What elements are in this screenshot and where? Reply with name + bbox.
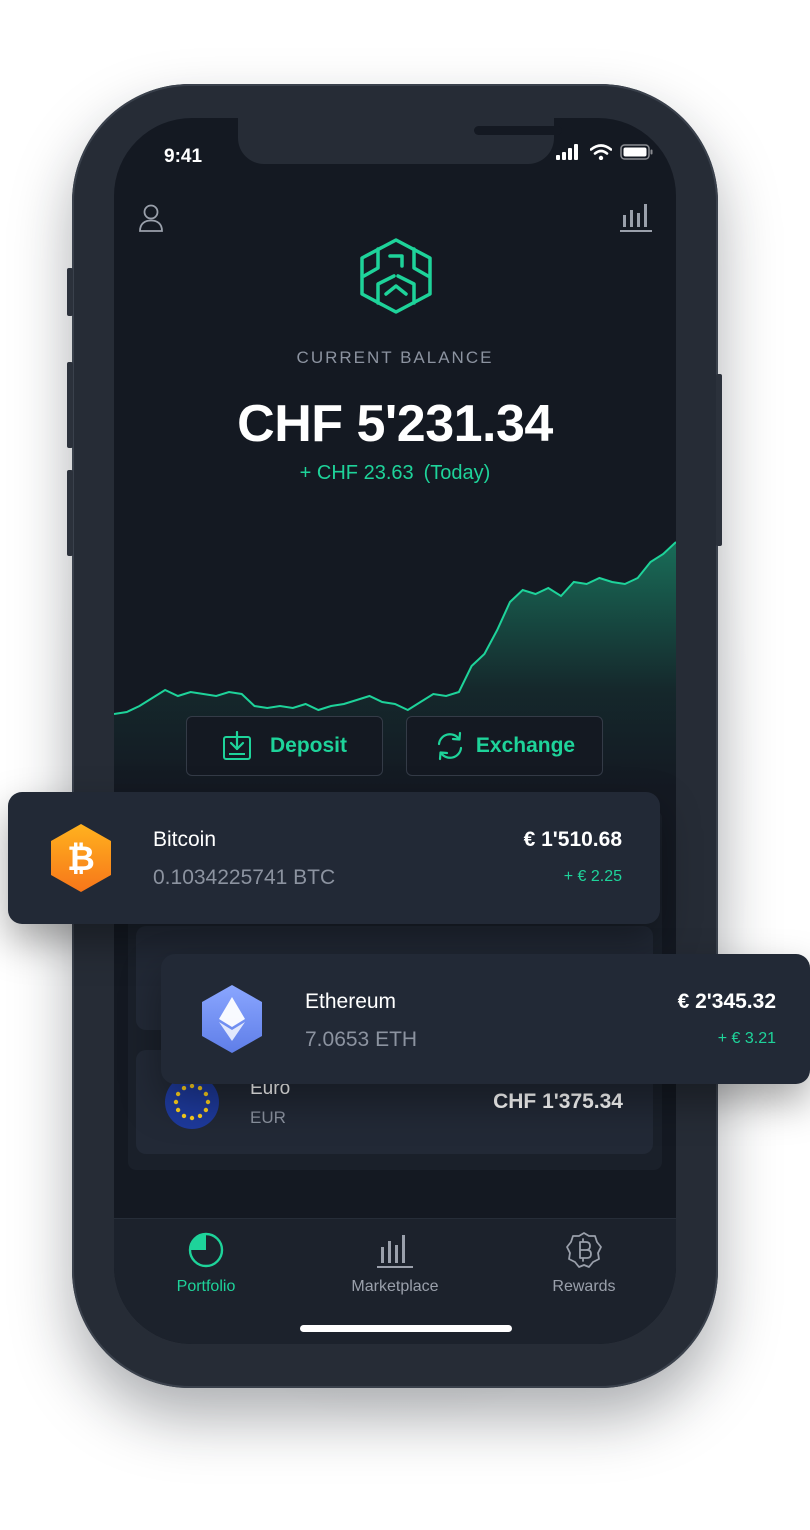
asset-row-ethereum[interactable]: Ethereum 7.0653 ETH € 2'345.32 + € 3.21 — [161, 954, 810, 1084]
power-button — [716, 374, 722, 546]
exchange-icon — [437, 731, 462, 761]
asset-amount-bitcoin: 0.1034225741 BTC — [153, 866, 336, 889]
mute-switch — [67, 268, 73, 316]
eu-star — [197, 1085, 203, 1091]
portfolio-pie-icon — [188, 1232, 224, 1268]
asset-change-ethereum: + € 3.21 — [717, 1030, 776, 1047]
eu-star — [205, 1099, 211, 1105]
balance-change: + CHF 23.63 (Today) — [114, 462, 676, 485]
profile-icon[interactable] — [138, 204, 164, 232]
asset-name-bitcoin: Bitcoin — [153, 828, 217, 851]
home-indicator — [300, 1325, 512, 1332]
status-icons — [556, 144, 654, 160]
battery-icon — [620, 144, 653, 160]
eu-star — [175, 1091, 181, 1097]
nav-label-portfolio: Portfolio — [176, 1278, 236, 1295]
asset-value-ethereum: € 2'345.32 — [677, 990, 776, 1013]
asset-value-bitcoin: € 1'510.68 — [523, 828, 622, 851]
notch — [238, 118, 562, 164]
volume-up-button — [67, 362, 73, 448]
eu-star — [175, 1107, 181, 1113]
deposit-icon — [222, 731, 251, 760]
eu-star — [173, 1099, 179, 1105]
asset-row-bitcoin[interactable]: ₿ Bitcoin 0.1034225741 BTC € 1'510.68 + … — [8, 792, 660, 924]
svg-text:₿: ₿ — [67, 840, 95, 878]
nav-portfolio[interactable]: Portfolio — [136, 1231, 276, 1296]
bitcoin-icon: ₿ — [51, 824, 111, 892]
eu-star — [197, 1113, 203, 1119]
eu-star — [189, 1115, 195, 1121]
balance-change-period: (Today) — [423, 462, 491, 484]
bottom-nav: Portfolio Marketplace Rewards — [114, 1218, 676, 1344]
deposit-button[interactable]: Deposit — [186, 716, 383, 776]
app-screen: 9:41 CURRENT BALANCE CHF 5'231.34 + CHF … — [114, 118, 676, 1344]
balance-label: CURRENT BALANCE — [296, 348, 494, 367]
eu-star — [189, 1083, 195, 1089]
bar-chart-icon — [377, 1235, 413, 1268]
exchange-label: Exchange — [475, 734, 576, 757]
bitcoin-badge-icon — [566, 1232, 602, 1268]
asset-value-euro: CHF 1'375.34 — [493, 1090, 623, 1113]
eu-star — [203, 1107, 209, 1113]
nav-label-marketplace: Marketplace — [351, 1278, 439, 1295]
signal-icon — [556, 144, 578, 160]
status-time: 9:41 — [164, 146, 203, 167]
eu-star — [181, 1113, 187, 1119]
eu-star — [181, 1085, 187, 1091]
eu-star — [203, 1091, 209, 1097]
app-logo-icon — [360, 238, 432, 314]
nav-marketplace[interactable]: Marketplace — [325, 1231, 465, 1296]
asset-amount-euro: EUR — [250, 1108, 286, 1127]
deposit-label: Deposit — [269, 734, 347, 757]
ethereum-icon — [202, 985, 262, 1053]
stats-icon[interactable] — [620, 202, 652, 232]
asset-name-ethereum: Ethereum — [305, 990, 397, 1013]
nav-rewards[interactable]: Rewards — [514, 1231, 654, 1296]
wifi-icon — [590, 144, 612, 160]
speaker — [474, 126, 562, 135]
nav-label-rewards: Rewards — [552, 1278, 616, 1295]
balance-change-amount: + CHF 23.63 — [299, 462, 414, 484]
balance-value: CHF 5'231.34 — [237, 395, 553, 453]
volume-down-button — [67, 470, 73, 556]
asset-amount-ethereum: 7.0653 ETH — [305, 1028, 418, 1051]
exchange-button[interactable]: Exchange — [406, 716, 603, 776]
asset-change-bitcoin: + € 2.25 — [563, 868, 622, 885]
